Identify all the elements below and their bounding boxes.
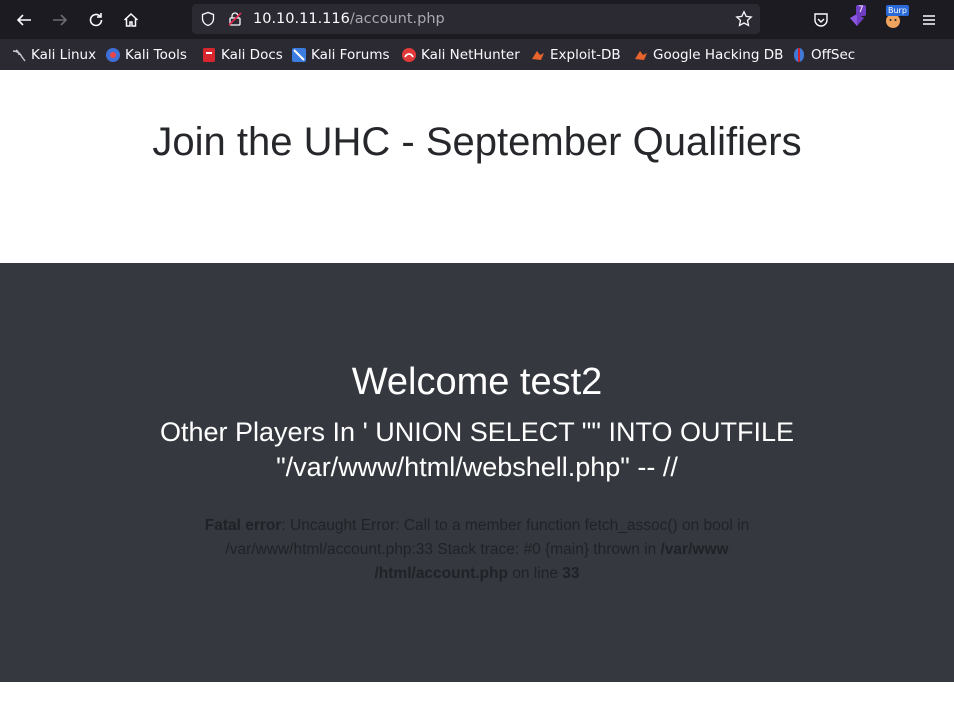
burp-extension-button[interactable]: Burp xyxy=(881,5,909,32)
bookmark-label: Kali NetHunter xyxy=(421,46,520,63)
error-label: Fatal error xyxy=(204,517,282,534)
kali-forums-icon xyxy=(291,47,307,63)
account-section: Welcome test2 Other Players In ' UNION S… xyxy=(0,263,954,682)
forward-arrow-icon xyxy=(53,14,68,26)
bookmark-label: Exploit-DB xyxy=(550,46,621,63)
welcome-heading: Welcome test2 xyxy=(351,361,603,403)
url-text[interactable]: 10.10.11.116/account.php xyxy=(253,4,445,34)
reload-button[interactable] xyxy=(84,8,108,32)
bookmark-label: Kali Tools xyxy=(125,46,187,63)
kali-tools-icon xyxy=(105,47,121,63)
back-arrow-icon xyxy=(16,14,31,26)
kali-docs-icon xyxy=(201,47,217,63)
bookmark-exploit-db[interactable]: Exploit-DB xyxy=(530,39,621,70)
insecure-lock-icon[interactable] xyxy=(227,11,243,27)
php-fatal-error: Fatal error: Uncaught Error: Call to a m… xyxy=(190,514,764,586)
bookmarks-toolbar: Kali Linux Kali Tools Kali Docs Kali For… xyxy=(0,39,954,70)
page-title: Join the UHC - September Qualifiers xyxy=(152,120,802,164)
bookmark-google-hacking-db[interactable]: Google Hacking DB xyxy=(633,39,783,70)
error-on-line: on line xyxy=(507,565,563,582)
url-path: /account.php xyxy=(349,11,445,27)
pocket-icon xyxy=(814,13,828,27)
bookmark-star-icon[interactable] xyxy=(735,10,753,28)
kali-dragon-icon xyxy=(11,47,27,63)
menu-button[interactable] xyxy=(917,8,941,32)
reload-icon xyxy=(89,13,103,27)
bookmark-label: OffSec xyxy=(811,46,856,63)
bookmark-label: Google Hacking DB xyxy=(653,46,784,63)
home-button[interactable] xyxy=(119,8,143,32)
bookmark-label: Kali Forums xyxy=(311,46,390,63)
home-icon xyxy=(123,12,139,27)
back-button[interactable] xyxy=(12,8,36,32)
forward-button[interactable] xyxy=(48,8,72,32)
page-content: Join the UHC - September Qualifiers Welc… xyxy=(0,70,954,704)
pocket-button[interactable] xyxy=(809,8,833,32)
bookmark-kali-nethunter[interactable]: Kali NetHunter xyxy=(401,39,520,70)
bookmark-kali-docs[interactable]: Kali Docs xyxy=(201,39,283,70)
shield-icon[interactable] xyxy=(200,11,216,27)
hamburger-menu-icon xyxy=(923,15,935,25)
exploit-db-icon xyxy=(530,47,546,63)
extension-badge: 7 xyxy=(856,5,866,16)
bookmark-offsec[interactable]: OffSec xyxy=(791,39,855,70)
bookmark-label: Kali Linux xyxy=(31,46,97,63)
url-host: 10.10.11.116 xyxy=(253,11,350,27)
bookmark-kali-linux[interactable]: Kali Linux xyxy=(11,39,96,70)
kali-nethunter-icon xyxy=(401,47,417,63)
browser-toolbar: 10.10.11.116/account.php 7 Burp xyxy=(0,0,954,39)
ghdb-icon xyxy=(633,47,649,63)
error-line-number: 33 xyxy=(562,565,580,582)
bookmark-label: Kali Docs xyxy=(221,46,283,63)
other-players-heading: Other Players In ' UNION SELECT "" INTO … xyxy=(160,417,794,482)
offsec-icon xyxy=(791,47,807,63)
bookmark-kali-tools[interactable]: Kali Tools xyxy=(105,39,187,70)
bookmark-kali-forums[interactable]: Kali Forums xyxy=(291,39,390,70)
url-bar[interactable]: 10.10.11.116/account.php xyxy=(192,4,760,34)
burp-badge: Burp xyxy=(886,5,909,16)
extension-button[interactable]: 7 xyxy=(845,5,869,32)
